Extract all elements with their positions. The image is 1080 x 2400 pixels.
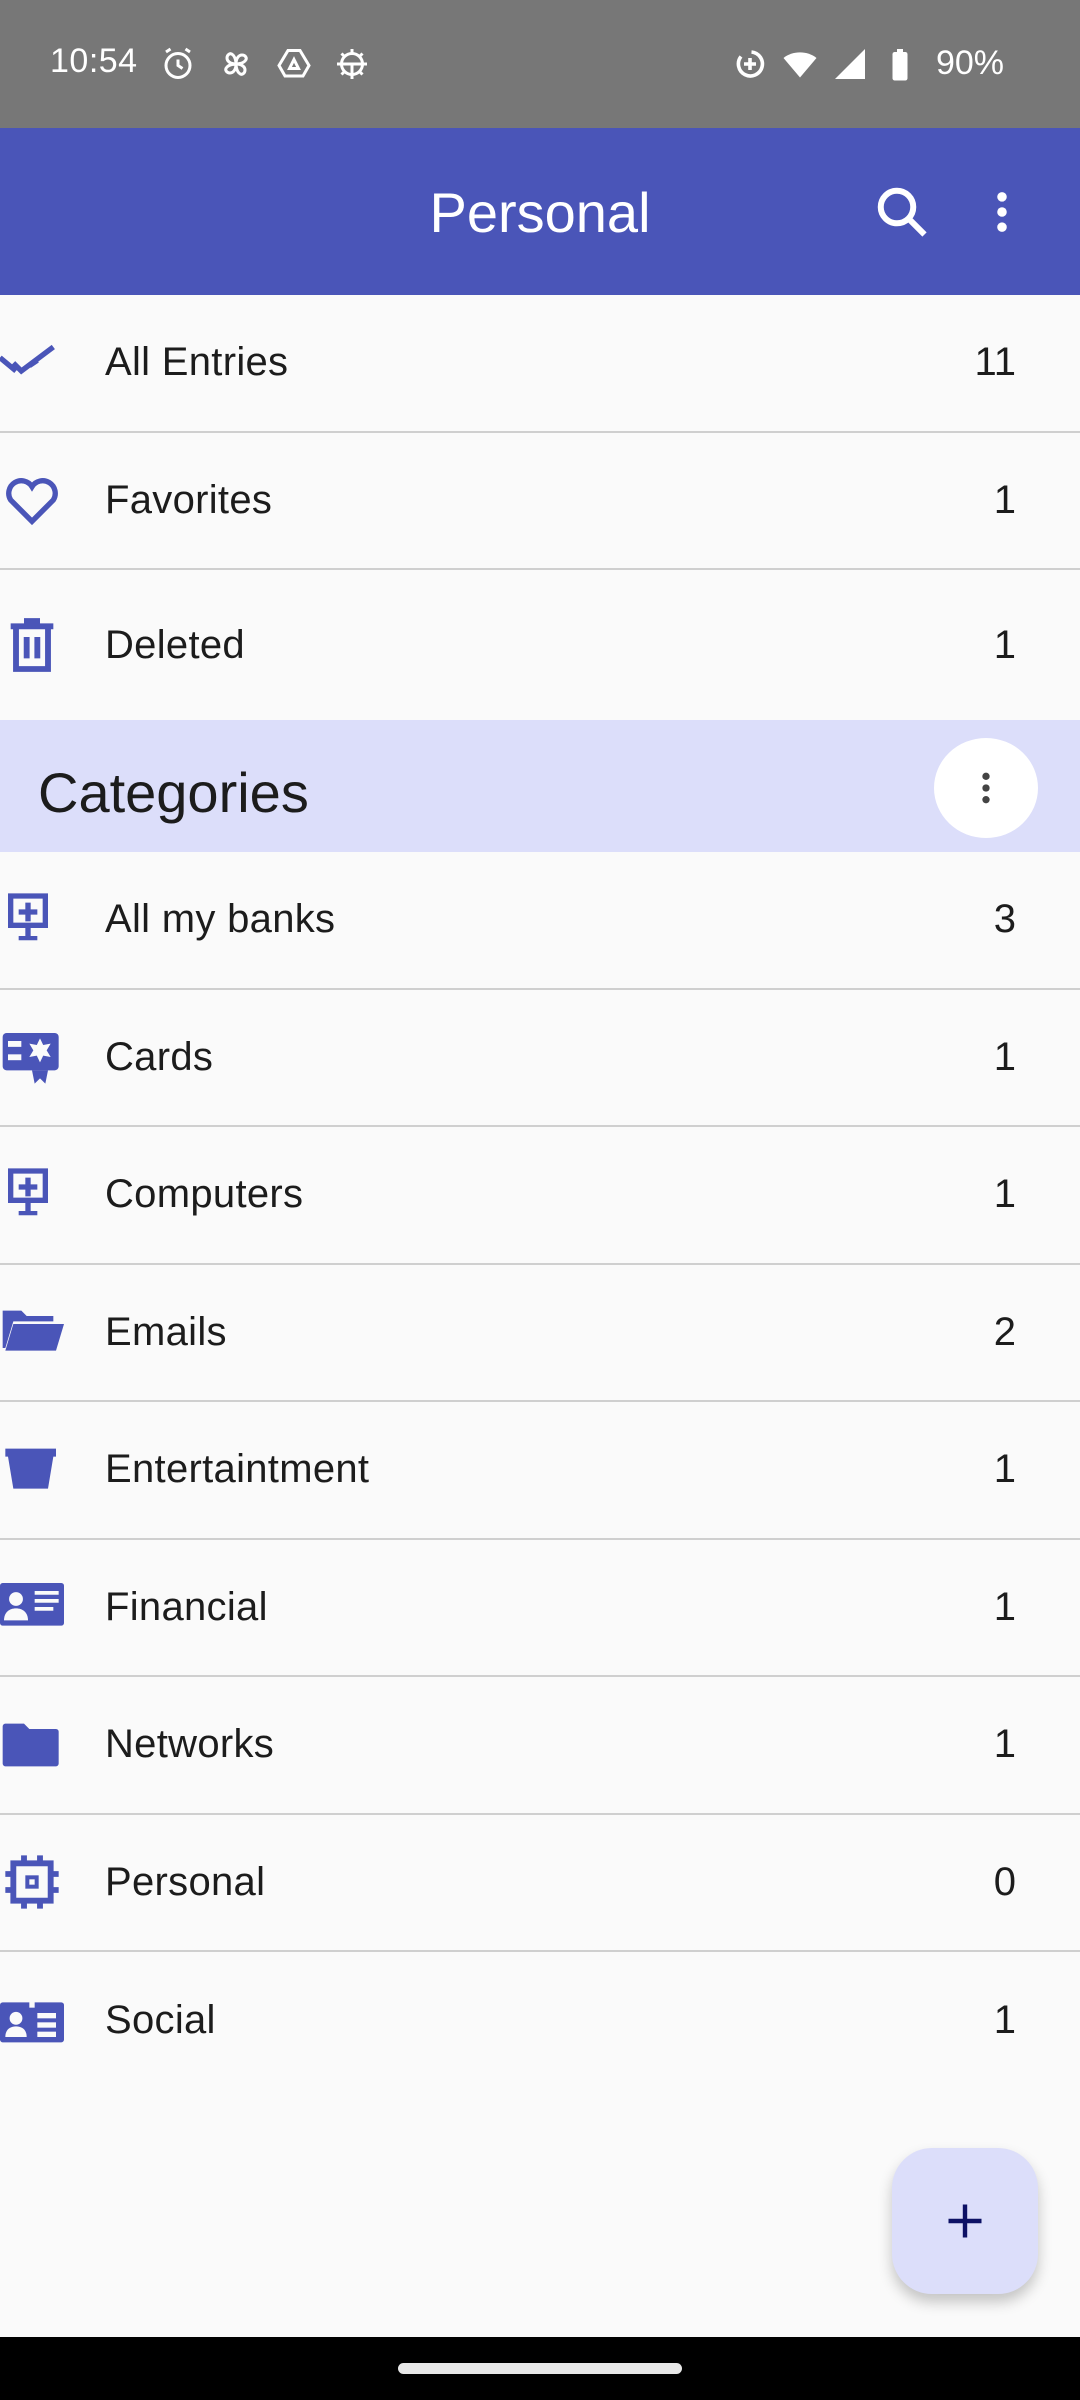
category-count: 1: [993, 1172, 1016, 1217]
category-label: Computers: [105, 1172, 304, 1217]
alarm-icon: [164, 47, 192, 79]
category-count: 3: [993, 897, 1016, 942]
filter-label: Favorites: [105, 477, 273, 522]
filter-label: All Entries: [105, 340, 289, 385]
category-count: 2: [993, 1309, 1016, 1354]
category-count: 1: [993, 1584, 1016, 1629]
heart-outline-icon: [0, 468, 64, 532]
double-check-icon: [0, 331, 64, 395]
filter-count: 1: [993, 622, 1016, 667]
card-badge-icon: [0, 1025, 64, 1089]
status-time: 10:54: [50, 42, 138, 80]
battery-percentage: 90%: [935, 44, 1004, 82]
plus-icon: [948, 2204, 982, 2238]
category-row[interactable]: Social 1: [0, 1952, 1080, 2090]
filter-row-all-entries[interactable]: All Entries 11: [0, 295, 1080, 433]
monitor-plus-icon: [0, 888, 64, 952]
category-label: Entertaintment: [105, 1447, 370, 1492]
bucket-icon: [0, 1438, 64, 1502]
category-row[interactable]: All my banks 3: [0, 852, 1080, 990]
category-label: Social: [105, 1998, 216, 2043]
search-icon[interactable]: [872, 182, 932, 242]
category-list: All my banks 3 Cards 1 Computers 1 Email…: [0, 852, 1080, 2090]
category-label: Cards: [105, 1034, 214, 1079]
category-label: All my banks: [105, 897, 336, 942]
filter-row-deleted[interactable]: Deleted 1: [0, 570, 1080, 720]
status-system-icons: 90%: [732, 44, 1004, 83]
data-saver-icon: [736, 49, 765, 78]
category-row[interactable]: Computers 1: [0, 1127, 1080, 1265]
filter-count: 1: [993, 477, 1016, 522]
category-count: 1: [993, 1447, 1016, 1492]
add-entry-button[interactable]: [892, 2148, 1038, 2294]
folder-icon: [0, 1713, 64, 1777]
filter-list: All Entries 11 Favorites 1 Deleted 1: [0, 295, 1080, 720]
id-badge-icon: [0, 1989, 64, 2053]
category-label: Networks: [105, 1722, 275, 1767]
more-vert-icon[interactable]: [976, 182, 1028, 242]
category-count: 1: [993, 1034, 1016, 1079]
battery-icon: [892, 48, 908, 80]
categories-header: Categories: [0, 720, 1080, 852]
categories-title: Categories: [38, 761, 309, 824]
status-bar: 10:54 90%: [0, 0, 1080, 128]
category-row[interactable]: Financial 1: [0, 1540, 1080, 1677]
category-row[interactable]: Entertaintment 1: [0, 1402, 1080, 1540]
cell-signal-icon: [834, 48, 865, 79]
android-debug-icon: [337, 49, 367, 79]
more-vert-icon: [982, 772, 990, 804]
filter-row-favorites[interactable]: Favorites 1: [0, 433, 1080, 570]
filter-label: Deleted: [105, 622, 245, 667]
system-navigation-bar: [0, 2337, 1080, 2400]
drive-icon: [277, 49, 311, 78]
pinwheel-icon: [224, 52, 248, 76]
wifi-icon: [783, 51, 817, 77]
filter-count: 11: [974, 340, 1016, 385]
category-label: Personal: [105, 1859, 266, 1904]
chip-icon: [0, 1850, 64, 1914]
category-row[interactable]: Emails 2: [0, 1265, 1080, 1402]
category-count: 1: [993, 1998, 1016, 2043]
categories-menu-button[interactable]: [934, 738, 1038, 838]
home-gesture-handle[interactable]: [398, 2363, 682, 2374]
category-row[interactable]: Networks 1: [0, 1677, 1080, 1815]
folder-open-icon: [0, 1300, 64, 1364]
monitor-plus-icon: [0, 1163, 64, 1227]
app-bar: Personal: [0, 128, 1080, 295]
category-count: 1: [993, 1722, 1016, 1767]
category-row[interactable]: Personal 0: [0, 1815, 1080, 1952]
category-count: 0: [993, 1859, 1016, 1904]
category-label: Emails: [105, 1309, 227, 1354]
category-label: Financial: [105, 1584, 268, 1629]
status-notification-icons: [160, 46, 370, 82]
contact-card-icon: [0, 1575, 64, 1639]
category-row[interactable]: Cards 1: [0, 990, 1080, 1127]
trash-icon: [0, 613, 64, 677]
